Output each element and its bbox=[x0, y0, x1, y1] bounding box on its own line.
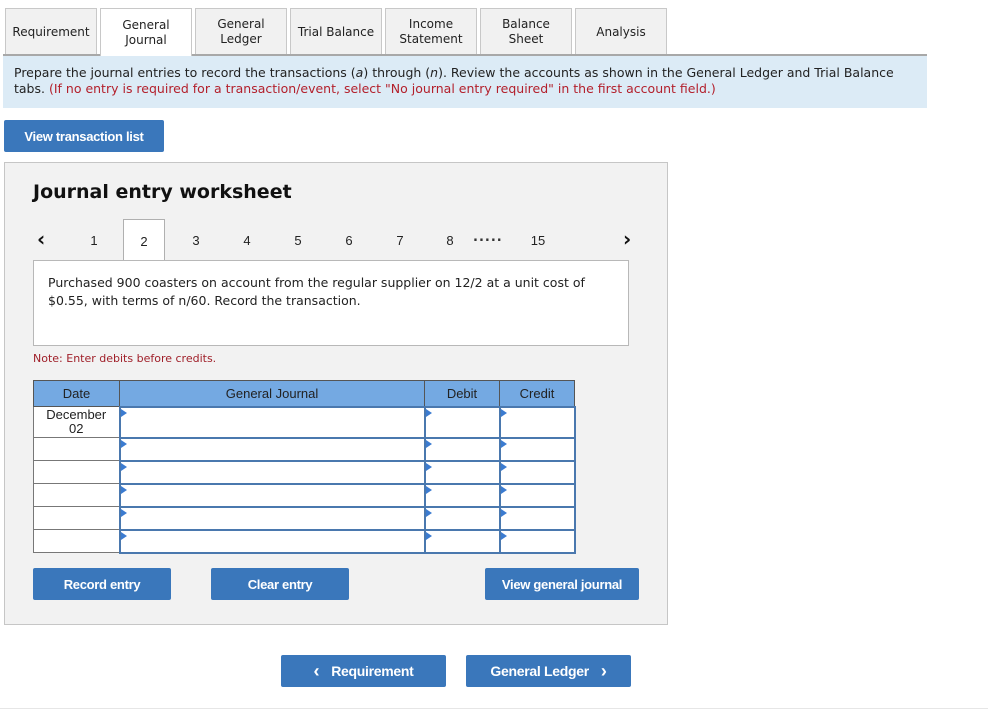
table-row bbox=[33, 436, 576, 462]
page-5[interactable]: 5 bbox=[277, 219, 319, 261]
account-select[interactable] bbox=[118, 436, 426, 462]
instructions-n: n bbox=[430, 65, 439, 80]
table-row bbox=[33, 528, 576, 554]
tab-general-ledger[interactable]: General Ledger bbox=[195, 8, 287, 55]
table-row bbox=[33, 505, 576, 531]
page-2[interactable]: 2 bbox=[123, 219, 165, 262]
debit-header: Debit bbox=[424, 380, 500, 407]
record-entry-button[interactable]: Record entry bbox=[33, 568, 171, 600]
page-4[interactable]: 4 bbox=[226, 219, 268, 261]
account-select[interactable] bbox=[118, 405, 426, 439]
page-6[interactable]: 6 bbox=[328, 219, 370, 261]
page-15[interactable]: 15 bbox=[517, 219, 559, 261]
prev-requirement-label: Requirement bbox=[331, 663, 414, 679]
tab-general-journal[interactable]: General Journal bbox=[100, 8, 192, 56]
tab-analysis[interactable]: Analysis bbox=[575, 8, 667, 55]
credit-input[interactable] bbox=[498, 528, 576, 554]
tab-income-statement[interactable]: Income Statement bbox=[385, 8, 477, 55]
debit-input[interactable] bbox=[423, 482, 501, 508]
credit-input[interactable] bbox=[498, 482, 576, 508]
next-page-icon[interactable]: › bbox=[623, 227, 631, 251]
transaction-description: Purchased 900 coasters on account from t… bbox=[33, 260, 629, 346]
account-select[interactable] bbox=[118, 482, 426, 508]
instructions-box: Prepare the journal entries to record th… bbox=[3, 56, 927, 108]
date-header: Date bbox=[33, 380, 120, 407]
account-select[interactable] bbox=[118, 505, 426, 531]
tab-trial-balance[interactable]: Trial Balance bbox=[290, 8, 382, 55]
credit-input[interactable] bbox=[498, 405, 576, 439]
page-ellipsis: ..... bbox=[473, 230, 503, 245]
view-transaction-list-button[interactable]: View transaction list bbox=[4, 120, 164, 152]
debit-input[interactable] bbox=[423, 505, 501, 531]
credit-header: Credit bbox=[499, 380, 575, 407]
next-general-ledger-button[interactable]: General Ledger › bbox=[466, 655, 631, 687]
credit-input[interactable] bbox=[498, 459, 576, 485]
debit-input[interactable] bbox=[423, 459, 501, 485]
chevron-right-icon: › bbox=[600, 660, 607, 681]
table-row: December 02 bbox=[33, 405, 576, 439]
general-journal-header: General Journal bbox=[119, 380, 425, 407]
debit-input[interactable] bbox=[423, 436, 501, 462]
chevron-left-icon: ‹ bbox=[313, 660, 320, 681]
clear-entry-button[interactable]: Clear entry bbox=[211, 568, 349, 600]
debit-input[interactable] bbox=[423, 528, 501, 554]
prev-requirement-button[interactable]: ‹ Requirement bbox=[281, 655, 446, 687]
date-cell bbox=[33, 529, 120, 553]
page-8[interactable]: 8 bbox=[430, 219, 470, 261]
account-select[interactable] bbox=[118, 528, 426, 554]
prev-page-icon[interactable]: ‹ bbox=[37, 227, 45, 251]
date-cell bbox=[33, 460, 120, 484]
debit-credit-note: Note: Enter debits before credits. bbox=[33, 352, 217, 365]
journal-entry-worksheet: Journal entry worksheet ‹ 1 2 3 4 5 6 7 … bbox=[4, 162, 668, 625]
date-cell bbox=[33, 506, 120, 530]
instructions-text: Prepare the journal entries to record th… bbox=[14, 65, 356, 80]
credit-input[interactable] bbox=[498, 505, 576, 531]
account-select[interactable] bbox=[118, 459, 426, 485]
page-7[interactable]: 7 bbox=[379, 219, 421, 261]
transaction-pager: ‹ 1 2 3 4 5 6 7 8 ..... 15 › bbox=[33, 219, 633, 262]
date-month: December bbox=[46, 407, 107, 422]
page-3[interactable]: 3 bbox=[175, 219, 217, 261]
date-day: 02 bbox=[69, 421, 84, 436]
tab-balance-sheet[interactable]: Balance Sheet bbox=[480, 8, 572, 55]
tab-requirement[interactable]: Requirement bbox=[5, 8, 97, 55]
worksheet-title: Journal entry worksheet bbox=[33, 181, 292, 203]
instructions-text: ) through ( bbox=[363, 65, 431, 80]
date-cell: December 02 bbox=[33, 406, 120, 438]
table-row bbox=[33, 459, 576, 485]
date-cell bbox=[33, 483, 120, 507]
footer-divider bbox=[0, 708, 988, 709]
tab-bar: Requirement General Journal General Ledg… bbox=[5, 8, 670, 56]
page-1[interactable]: 1 bbox=[73, 219, 115, 261]
instructions-warning: (If no entry is required for a transacti… bbox=[48, 81, 716, 96]
view-general-journal-button[interactable]: View general journal bbox=[485, 568, 639, 600]
next-general-ledger-label: General Ledger bbox=[490, 663, 589, 679]
table-row bbox=[33, 482, 576, 508]
journal-table: Date General Journal Debit Credit Decemb… bbox=[33, 380, 576, 554]
credit-input[interactable] bbox=[498, 436, 576, 462]
date-cell bbox=[33, 437, 120, 461]
debit-input[interactable] bbox=[423, 405, 501, 439]
